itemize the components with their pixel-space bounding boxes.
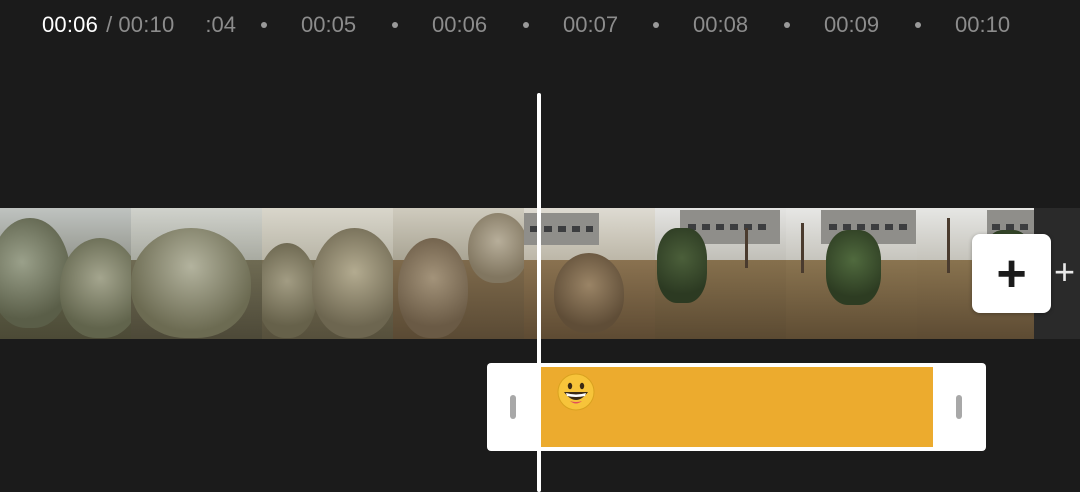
video-thumbnail [0, 208, 131, 339]
ruler-tick-label: 00:08 [693, 12, 749, 37]
ruler-tick-label: 00:07 [563, 12, 619, 37]
ruler-tick-label: 00:09 [824, 12, 880, 37]
video-thumbnail [655, 208, 786, 339]
ruler-dot [392, 22, 398, 28]
ruler-dot [915, 22, 921, 28]
video-thumbnail [131, 208, 262, 339]
ruler-tick-label: 00:06 [432, 12, 488, 37]
add-end-button[interactable]: + [1054, 252, 1080, 292]
ruler-dot [653, 22, 659, 28]
ruler-dot [261, 22, 267, 28]
video-track[interactable] [0, 208, 1034, 339]
playhead[interactable] [537, 93, 541, 492]
grinning-face-icon [557, 373, 595, 411]
video-thumbnail [262, 208, 393, 339]
ruler-tick-label: 00:05 [301, 12, 357, 37]
sticker-clip[interactable] [487, 363, 986, 451]
plus-icon: + [1054, 251, 1076, 292]
trim-handle-left[interactable] [510, 395, 516, 419]
plus-icon: + [996, 244, 1027, 303]
ruler-dot [523, 22, 529, 28]
time-ruler[interactable]: 00:05 00:06 00:07 00:08 00:09 00:10 [0, 10, 1080, 40]
ruler-tick-label: 00:10 [955, 12, 1011, 37]
video-thumbnail [524, 208, 655, 339]
add-clip-button[interactable]: + [972, 234, 1051, 313]
video-thumbnail [393, 208, 524, 339]
video-editor-timeline: 00:06 / 00:10 00:04 00:05 00:06 00:07 00… [0, 0, 1080, 492]
ruler-dot [784, 22, 790, 28]
trim-handle-right[interactable] [956, 395, 962, 419]
sticker-clip-body[interactable] [540, 367, 933, 447]
video-thumbnail [786, 208, 917, 339]
